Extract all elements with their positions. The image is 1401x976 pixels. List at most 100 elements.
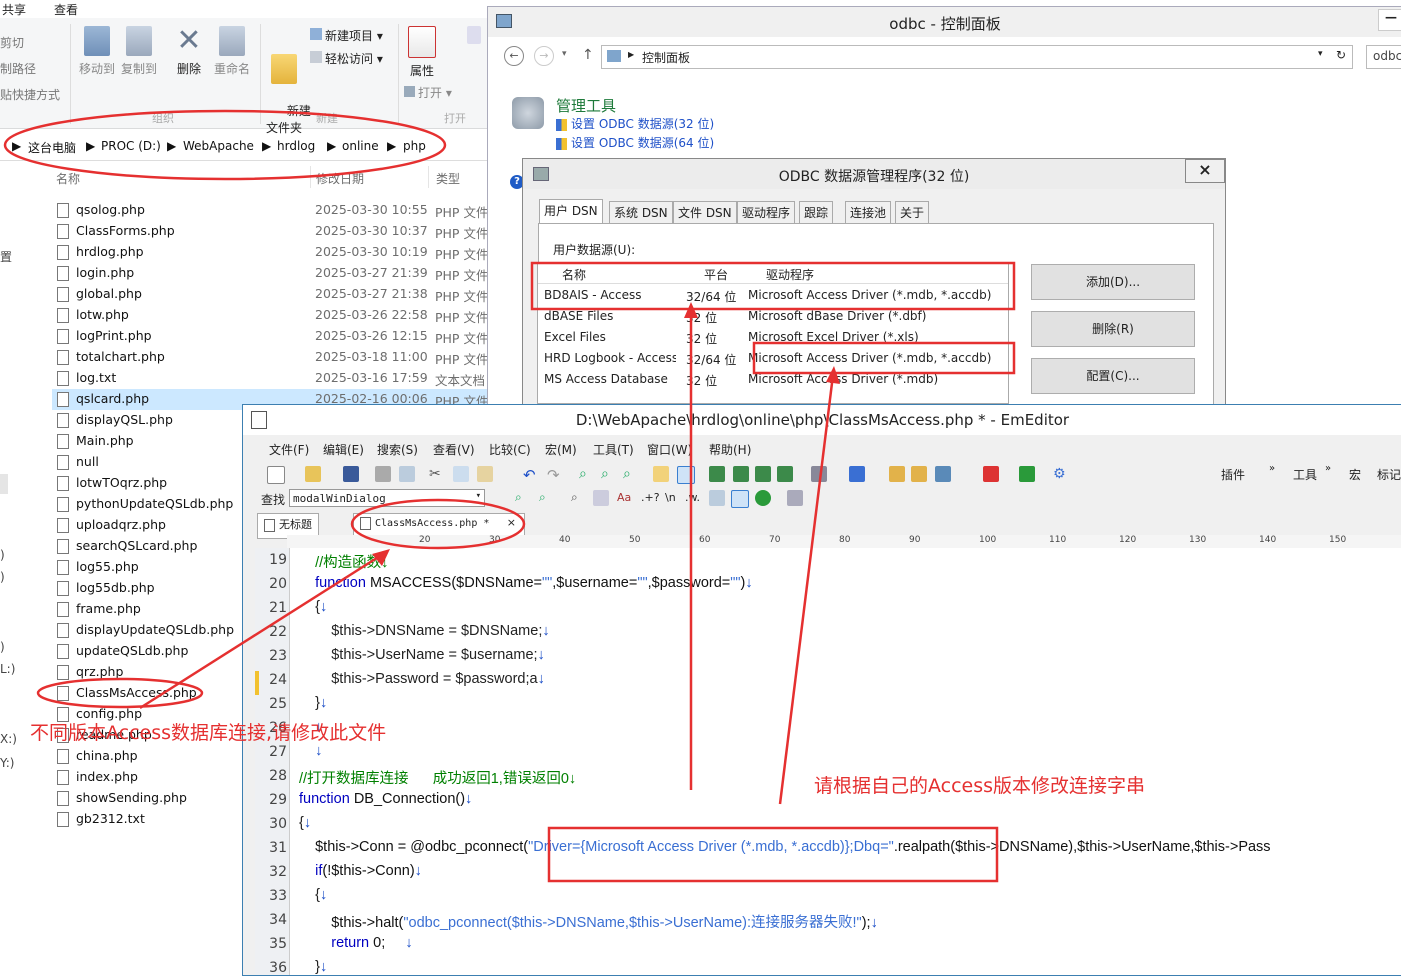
breadcrumb-webapache[interactable]: WebApache (183, 139, 254, 153)
find-next-icon[interactable]: ⌕ (601, 466, 617, 482)
cp-address-bar[interactable]: ▶ 控制面板 ▾ ↻ (601, 45, 1353, 69)
dsn-list[interactable]: 名称 平台 驱动程序 BD8AIS - Access 32/64 位 Microso… (537, 262, 1009, 404)
odbc32-link[interactable]: 设置 ODBC 数据源(32 位) (556, 115, 714, 132)
tab-share[interactable]: 共享 (2, 1, 26, 18)
tab-about[interactable]: 关于 (895, 201, 930, 224)
find-option-icon[interactable]: ⌕ (571, 490, 587, 506)
play-icon[interactable] (1019, 466, 1035, 482)
forward-arrow-icon[interactable]: → (534, 46, 554, 66)
find-down-icon[interactable]: ⌕ (515, 490, 531, 506)
cut-icon[interactable]: ✂ (429, 466, 445, 482)
back-arrow-icon[interactable]: ← (504, 46, 524, 66)
refresh-icon[interactable]: ↻ (1336, 48, 1346, 62)
toolbar-markers[interactable]: 标记 (1377, 466, 1401, 483)
cp-search-box[interactable]: odbc (1366, 45, 1401, 69)
menu-tools[interactable]: 工具(T) (593, 441, 634, 458)
tab-system-dsn[interactable]: 系统 DSN (609, 201, 673, 224)
copy-to-button[interactable]: 复制到 (120, 26, 158, 77)
close-icon[interactable]: × (1185, 159, 1225, 183)
menu-file[interactable]: 文件(F) (269, 441, 309, 458)
find-icon[interactable]: ⌕ (579, 466, 595, 482)
odbc64-link[interactable]: 设置 ODBC 数据源(64 位) (556, 134, 714, 151)
dsn-row[interactable]: MS Access Database 32 位 Microsoft Access D… (538, 369, 1008, 390)
macro-icon-2[interactable] (911, 466, 927, 482)
cp-breadcrumb[interactable]: 控制面板 (642, 49, 690, 66)
file-row[interactable]: lotw.php 2025-03-26 22:58 PHP 文件 (52, 305, 492, 326)
browser-icon[interactable] (849, 466, 865, 482)
header-platform[interactable]: 平台 (704, 266, 728, 283)
file-row[interactable]: ClassForms.php 2025-03-30 10:37 PHP 文件 (52, 221, 492, 242)
file-row[interactable]: login.php 2025-03-27 21:39 PHP 文件 (52, 263, 492, 284)
find-option-2-icon[interactable] (593, 490, 609, 506)
menu-macro[interactable]: 宏(M) (545, 441, 577, 458)
breadcrumb-php[interactable]: php (403, 139, 426, 153)
copy-icon[interactable] (453, 466, 469, 482)
regex-icon[interactable]: .+? (641, 491, 660, 504)
view-icon-4[interactable] (777, 466, 793, 482)
move-to-button[interactable]: 移动到 (78, 26, 116, 77)
record-icon[interactable] (983, 466, 999, 482)
remove-button[interactable]: 删除(R) (1031, 311, 1195, 347)
print-preview-icon[interactable] (399, 466, 415, 482)
case-icon[interactable]: Aa (617, 491, 631, 504)
find-dropdown-icon[interactable]: ▾ (476, 491, 481, 501)
file-row[interactable]: logPrint.php 2025-03-26 12:15 PHP 文件 (52, 326, 492, 347)
code-editor[interactable]: 19 20 21 22 23 24 25 26 27 28 29 30 31 32 33 34 35 36 //构… (255, 548, 1401, 976)
up-arrow-icon[interactable]: ↑ (582, 47, 594, 63)
rename-button[interactable]: 重命名 (212, 26, 252, 77)
find-prev-icon[interactable]: ⌕ (623, 466, 639, 482)
monitor-icon[interactable] (787, 490, 803, 506)
escape-icon[interactable]: \n (665, 491, 676, 504)
add-button[interactable]: 添加(D)... (1031, 264, 1195, 300)
toolbar-plugins[interactable]: 插件 (1221, 466, 1245, 483)
redo-icon[interactable]: ↷ (547, 466, 563, 484)
cut-label[interactable]: 剪切 (0, 30, 60, 56)
breadcrumb-online[interactable]: online (342, 139, 379, 153)
paste-icon[interactable] (477, 466, 493, 482)
compare-icon[interactable] (811, 466, 827, 482)
paste-shortcut-label[interactable]: 贴快捷方式 (0, 82, 60, 108)
view-icon-1[interactable] (709, 466, 725, 482)
menu-search[interactable]: 搜索(S) (377, 441, 418, 458)
dsn-row[interactable]: dBASE Files 32 位 Microsoft dBase Driver (*… (538, 306, 1008, 327)
dsn-row[interactable]: HRD Logbook - Access 32/64 位 Microsoft Acc… (538, 348, 1008, 369)
open-folder-icon[interactable] (305, 466, 321, 482)
file-row[interactable]: totalchart.php 2025-03-18 11:00 PHP 文件 (52, 347, 492, 368)
tab-tracing[interactable]: 跟踪 (799, 201, 834, 224)
tab-pooling[interactable]: 连接池 (845, 201, 892, 224)
dsn-row[interactable]: BD8AIS - Access 32/64 位 Microsoft Access D… (538, 285, 1008, 306)
tab-view[interactable]: 查看 (54, 1, 78, 18)
file-row[interactable]: hrdlog.php 2025-03-30 10:19 PHP 文件 (52, 242, 492, 263)
word-icon[interactable]: .w. (685, 491, 700, 504)
filter-icon[interactable] (677, 466, 695, 484)
open-button[interactable]: 打开 ▾ (404, 84, 452, 101)
delete-button[interactable]: ✕ 删除 (170, 26, 208, 77)
view-icon-3[interactable] (755, 466, 771, 482)
sort-icon[interactable] (731, 490, 749, 508)
chevron-double-right-icon[interactable]: » (1325, 463, 1331, 474)
settings-icon[interactable]: ⚙ (1053, 466, 1069, 482)
minimize-icon[interactable]: — (1378, 9, 1401, 31)
tab-file-dsn[interactable]: 文件 DSN (673, 201, 737, 224)
easy-access-button[interactable]: 轻松访问 ▾ (310, 50, 383, 67)
toolbar-tools[interactable]: 工具 (1293, 466, 1317, 483)
close-tab-icon[interactable]: × (507, 516, 516, 529)
menu-view[interactable]: 查看(V) (433, 441, 475, 458)
menu-help[interactable]: 帮助(H) (709, 441, 751, 458)
view-icon-2[interactable] (733, 466, 749, 482)
highlight-icon[interactable] (653, 466, 669, 482)
column-type[interactable]: 类型 (436, 170, 460, 187)
menu-window[interactable]: 窗口(W) (647, 441, 692, 458)
header-name[interactable]: 名称 (562, 266, 586, 283)
chevron-double-right-icon[interactable]: » (1269, 463, 1275, 474)
configure-button[interactable]: 配置(C)... (1031, 358, 1195, 394)
menu-edit[interactable]: 编辑(E) (323, 441, 364, 458)
column-name[interactable]: 名称 (56, 170, 80, 187)
toolbar-macro[interactable]: 宏 (1349, 466, 1361, 483)
recent-dropdown-icon[interactable]: ▾ (562, 49, 567, 59)
macro-icon-1[interactable] (889, 466, 905, 482)
address-bar[interactable]: ▶ 这台电脑 ▶ PROC (D:) ▶ WebApache ▶ hrdlog … (0, 134, 488, 161)
list-icon[interactable] (709, 490, 725, 506)
admin-tools-title[interactable]: 管理工具 (556, 95, 616, 116)
tab-user-dsn[interactable]: 用户 DSN (539, 199, 603, 226)
